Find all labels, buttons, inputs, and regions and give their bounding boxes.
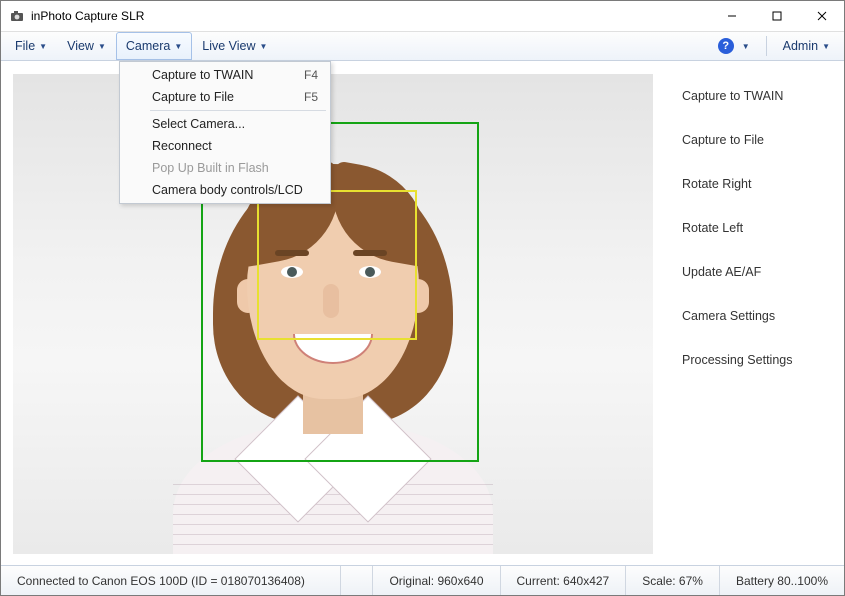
menu-divider (766, 36, 767, 56)
action-rotate-left[interactable]: Rotate Left (682, 221, 830, 235)
close-button[interactable] (799, 1, 844, 31)
status-battery: Battery 80..100% (720, 566, 844, 595)
dropdown-label: Capture to File (152, 90, 234, 104)
action-rotate-right[interactable]: Rotate Right (682, 177, 830, 191)
face-detect-rectangle (257, 190, 417, 340)
app-icon (9, 8, 25, 24)
titlebar: inPhoto Capture SLR (1, 1, 844, 31)
chevron-down-icon: ▼ (174, 42, 182, 51)
statusbar: Connected to Canon EOS 100D (ID = 018070… (1, 565, 844, 595)
status-connection: Connected to Canon EOS 100D (ID = 018070… (1, 566, 341, 595)
action-processing-settings[interactable]: Processing Settings (682, 353, 830, 367)
dropdown-item-popup-flash: Pop Up Built in Flash (122, 157, 328, 179)
chevron-down-icon: ▼ (39, 42, 47, 51)
dropdown-item-capture-file[interactable]: Capture to File F5 (122, 86, 328, 108)
dropdown-item-body-controls[interactable]: Camera body controls/LCD (122, 179, 328, 201)
menu-view[interactable]: View ▼ (57, 32, 116, 60)
dropdown-label: Capture to TWAIN (152, 68, 253, 82)
status-scale: Scale: 67% (626, 566, 720, 595)
camera-preview-image (13, 74, 653, 554)
menu-file[interactable]: File ▼ (5, 32, 57, 60)
chevron-down-icon: ▼ (742, 42, 750, 51)
dropdown-item-select-camera[interactable]: Select Camera... (122, 113, 328, 135)
status-current: Current: 640x427 (501, 566, 627, 595)
menu-label: View (67, 39, 94, 53)
menu-label: Admin (783, 39, 818, 53)
dropdown-label: Pop Up Built in Flash (152, 161, 269, 175)
chevron-down-icon: ▼ (260, 42, 268, 51)
side-actions-panel: Capture to TWAIN Capture to File Rotate … (664, 61, 844, 564)
menu-camera[interactable]: Camera ▼ (116, 32, 192, 60)
menubar: File▼ View▼ Camera▼ Live View▼ ?▼ Admin▼ (1, 31, 844, 61)
dropdown-separator (150, 110, 326, 111)
menu-label: Camera (126, 39, 170, 53)
status-original: Original: 960x640 (373, 566, 500, 595)
dropdown-item-capture-twain[interactable]: Capture to TWAIN F4 (122, 64, 328, 86)
menu-label: Live View (202, 39, 255, 53)
dropdown-shortcut: F4 (304, 68, 318, 82)
dropdown-item-reconnect[interactable]: Reconnect (122, 135, 328, 157)
chevron-down-icon: ▼ (98, 42, 106, 51)
dropdown-label: Select Camera... (152, 117, 245, 131)
action-capture-file[interactable]: Capture to File (682, 133, 830, 147)
menu-live-view[interactable]: Live View ▼ (192, 32, 277, 60)
dropdown-label: Camera body controls/LCD (152, 183, 303, 197)
menu-admin[interactable]: Admin ▼ (773, 39, 840, 53)
menu-help[interactable]: ?▼ (708, 38, 760, 54)
dropdown-shortcut: F5 (304, 90, 318, 104)
window-title: inPhoto Capture SLR (31, 9, 144, 23)
action-camera-settings[interactable]: Camera Settings (682, 309, 830, 323)
maximize-button[interactable] (754, 1, 799, 31)
dropdown-label: Reconnect (152, 139, 212, 153)
camera-dropdown: Capture to TWAIN F4 Capture to File F5 S… (119, 61, 331, 204)
action-capture-twain[interactable]: Capture to TWAIN (682, 89, 830, 103)
live-preview-pane (1, 61, 664, 564)
window-controls (709, 1, 844, 31)
action-update-ae-af[interactable]: Update AE/AF (682, 265, 830, 279)
help-icon: ? (718, 38, 734, 54)
minimize-button[interactable] (709, 1, 754, 31)
menu-label: File (15, 39, 35, 53)
chevron-down-icon: ▼ (822, 42, 830, 51)
